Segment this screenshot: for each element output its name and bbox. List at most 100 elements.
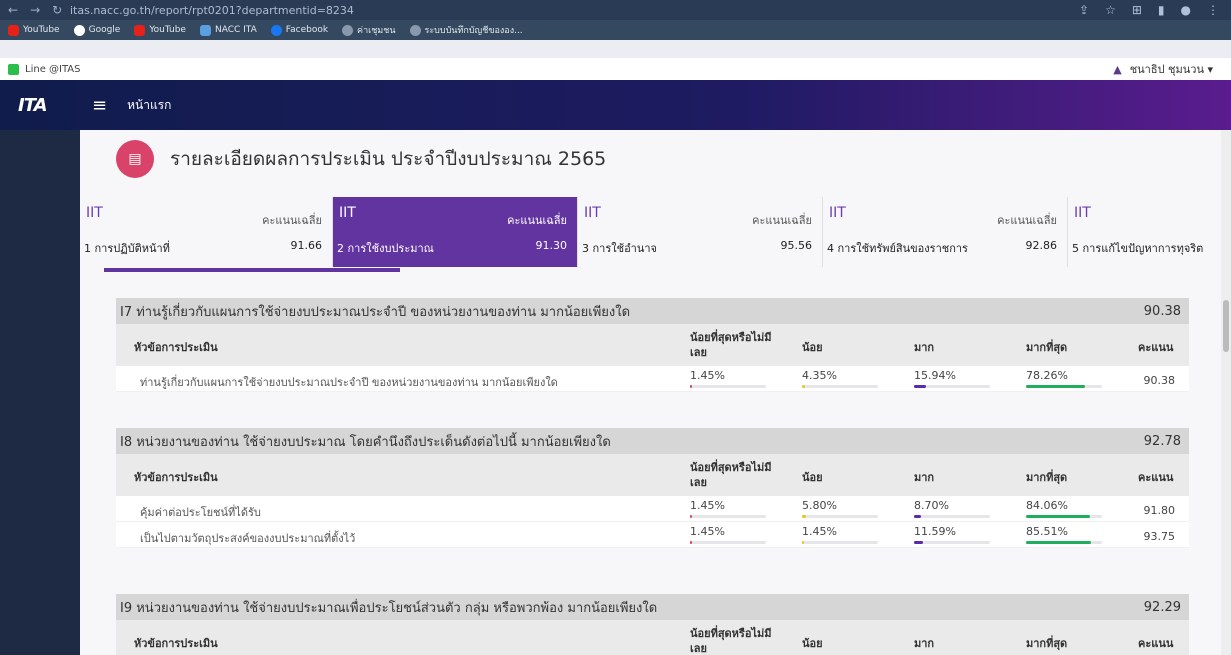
extensions-icon[interactable]: ⊞ bbox=[1132, 3, 1142, 17]
forward-arrow-icon[interactable]: → bbox=[30, 3, 40, 17]
share-icon[interactable]: ⇪ bbox=[1079, 3, 1089, 17]
page-scrollbar[interactable] bbox=[1221, 130, 1231, 655]
tab-name: 2 การใช้งบประมาณ bbox=[337, 242, 434, 255]
header-most: มากที่สุด bbox=[1026, 637, 1068, 650]
header-much: มาก bbox=[914, 341, 935, 354]
progress-fill bbox=[690, 541, 692, 544]
cell-much: 15.94% bbox=[914, 369, 990, 388]
globe-icon bbox=[342, 24, 354, 36]
bookmark-label: ค่าเชุมชน bbox=[357, 26, 396, 36]
tab-iit-2[interactable]: IIT คะแนนเฉลี่ย 2 การใช้งบประมาณ 91.30 bbox=[333, 197, 578, 267]
question-title: I8 หน่วยงานของท่าน ใช้จ่ายงบประมาณ โดยคำ… bbox=[120, 434, 611, 450]
tab-iit-5[interactable]: IIT 5 การแก้ไขปัญหาการทุจริต bbox=[1068, 197, 1221, 267]
cell-little: 4.35% bbox=[802, 369, 878, 388]
address-bar[interactable]: itas.nacc.go.th/report/rpt0201?departmen… bbox=[70, 4, 1079, 17]
progress-bar bbox=[1026, 385, 1102, 388]
tab-name: 3 การใช้อำนาจ bbox=[582, 242, 658, 255]
tab-iit-3[interactable]: IIT คะแนนเฉลี่ย 3 การใช้อำนาจ 95.56 bbox=[578, 197, 823, 267]
page-title-text: รายละเอียดผลการประเมิน ประจำปีงบประมาณ 2… bbox=[170, 148, 607, 170]
bookmark-web-1[interactable]: ค่าเชุมชน bbox=[342, 23, 396, 37]
pct-value: 11.59% bbox=[914, 525, 956, 538]
youtube-icon bbox=[134, 24, 146, 36]
tab-score: 91.30 bbox=[535, 239, 568, 252]
row-text: คุ้มค่าต่อประโยชน์ที่ได้รับ bbox=[140, 506, 261, 519]
scrollbar-thumb[interactable] bbox=[1223, 300, 1229, 352]
pct-value: 4.35% bbox=[802, 369, 837, 382]
hamburger-menu-icon[interactable]: ≡ bbox=[92, 95, 107, 116]
table-header: หัวข้อการประเมิน น้อยที่สุดหรือไม่มีเลย … bbox=[116, 620, 1189, 655]
progress-fill bbox=[1026, 541, 1091, 544]
row-text: เป็นไปตามวัตถุประสงค์ของงบประมาณที่ตั้งไ… bbox=[140, 532, 356, 545]
progress-bar bbox=[1026, 515, 1102, 518]
reload-icon[interactable]: ↻ bbox=[52, 3, 62, 17]
row-score: 90.38 bbox=[1143, 374, 1176, 387]
pct-value: 1.45% bbox=[690, 499, 725, 512]
active-tab-indicator bbox=[104, 268, 400, 272]
header-score: คะแนน bbox=[1138, 471, 1174, 484]
progress-bar bbox=[690, 541, 766, 544]
tab-avg-label: คะแนนเฉลี่ย bbox=[997, 214, 1057, 227]
row-text: ท่านรู้เกี่ยวกับแผนการใช้จ่ายงบประมาณประ… bbox=[140, 376, 558, 389]
pct-value: 1.45% bbox=[690, 525, 725, 538]
question-title: I7 ท่านรู้เกี่ยวกับแผนการใช้จ่ายงบประมาณ… bbox=[120, 304, 631, 320]
tab-name: 4 การใช้ทรัพย์สินของราชการ bbox=[827, 242, 968, 255]
bookmark-label: NACC ITA bbox=[214, 25, 257, 35]
user-menu[interactable]: ▲ ชนาธิป ชุมนวน ▾ bbox=[1113, 60, 1213, 78]
question-score: 92.29 bbox=[1143, 599, 1181, 615]
menu-icon[interactable]: ⋮ bbox=[1207, 3, 1219, 17]
question-block-i8: I8 หน่วยงานของท่าน ใช้จ่ายงบประมาณ โดยคำ… bbox=[116, 428, 1189, 548]
line-itas-link[interactable]: Line @ITAS bbox=[8, 63, 81, 75]
bell-icon[interactable]: ▲ bbox=[1113, 63, 1121, 76]
bookmark-web-2[interactable]: ระบบบันทึกบัญชีขององ... bbox=[409, 23, 523, 37]
header-most: มากที่สุด bbox=[1026, 471, 1068, 484]
pct-value: 15.94% bbox=[914, 369, 956, 382]
document-icon: ▤ bbox=[116, 140, 154, 178]
itas-logo[interactable]: ITA bbox=[0, 95, 80, 116]
bookmark-nacc-ita[interactable]: NACC ITA bbox=[199, 24, 257, 36]
pct-value: 1.45% bbox=[690, 369, 725, 382]
bookmark-label: YouTube bbox=[149, 25, 186, 35]
bookmark-youtube-2[interactable]: YouTube bbox=[134, 24, 186, 36]
header-score: คะแนน bbox=[1138, 341, 1174, 354]
cell-little: 1.45% bbox=[802, 525, 878, 544]
table-header: หัวข้อการประเมิน น้อยที่สุดหรือไม่มีเลย … bbox=[116, 324, 1189, 366]
pct-value: 8.70% bbox=[914, 499, 949, 512]
question-header: I8 หน่วยงานของท่าน ใช้จ่ายงบประมาณ โดยคำ… bbox=[116, 428, 1189, 454]
header-score: คะแนน bbox=[1138, 637, 1174, 650]
star-icon[interactable]: ☆ bbox=[1105, 3, 1116, 17]
tab-iit-1[interactable]: IIT คะแนนเฉลี่ย 1 การปฏิบัติหน้าที่ 91.6… bbox=[80, 197, 333, 267]
cell-little: 5.80% bbox=[802, 499, 878, 518]
progress-fill bbox=[690, 515, 692, 518]
progress-bar bbox=[802, 515, 878, 518]
category-tabs: IIT คะแนนเฉลี่ย 1 การปฏิบัติหน้าที่ 91.6… bbox=[80, 197, 1221, 267]
profile-icon[interactable]: ● bbox=[1181, 3, 1191, 17]
progress-fill bbox=[802, 541, 804, 544]
back-arrow-icon[interactable]: ← bbox=[8, 3, 18, 17]
tab-name: 1 การปฏิบัติหน้าที่ bbox=[84, 242, 170, 255]
tab-iit-4[interactable]: IIT คะแนนเฉลี่ย 4 การใช้ทรัพย์สินของราชก… bbox=[823, 197, 1068, 267]
pct-value: 85.51% bbox=[1026, 525, 1068, 538]
bookmark-label: YouTube bbox=[23, 25, 60, 35]
header-least: น้อยที่สุดหรือไม่มีเลย bbox=[690, 461, 772, 489]
bookmark-youtube[interactable]: YouTube bbox=[8, 24, 60, 36]
youtube-icon bbox=[8, 24, 19, 36]
row-score: 91.80 bbox=[1143, 504, 1176, 517]
header-little: น้อย bbox=[802, 471, 823, 484]
pct-value: 1.45% bbox=[802, 525, 837, 538]
bookmark-facebook[interactable]: Facebook bbox=[270, 24, 328, 36]
header-little: น้อย bbox=[802, 341, 823, 354]
line-link-label: Line @ITAS bbox=[25, 63, 81, 75]
table-row: ท่านรู้เกี่ยวกับแผนการใช้จ่ายงบประมาณประ… bbox=[116, 366, 1189, 392]
cell-least: 1.45% bbox=[690, 369, 766, 388]
header-least: น้อยที่สุดหรือไม่มีเลย bbox=[690, 331, 772, 359]
tab-score: 95.56 bbox=[780, 239, 813, 252]
progress-fill bbox=[802, 385, 806, 388]
tab-avg-label: คะแนนเฉลี่ย bbox=[262, 214, 322, 227]
facebook-icon bbox=[270, 24, 282, 36]
bookmark-google[interactable]: Google bbox=[73, 24, 120, 36]
tab-score: 91.66 bbox=[290, 239, 323, 252]
home-link[interactable]: หน้าแรก bbox=[127, 96, 171, 115]
line-icon bbox=[8, 63, 19, 75]
sidepanel-icon[interactable]: ▮ bbox=[1158, 3, 1165, 17]
header-much: มาก bbox=[914, 471, 935, 484]
